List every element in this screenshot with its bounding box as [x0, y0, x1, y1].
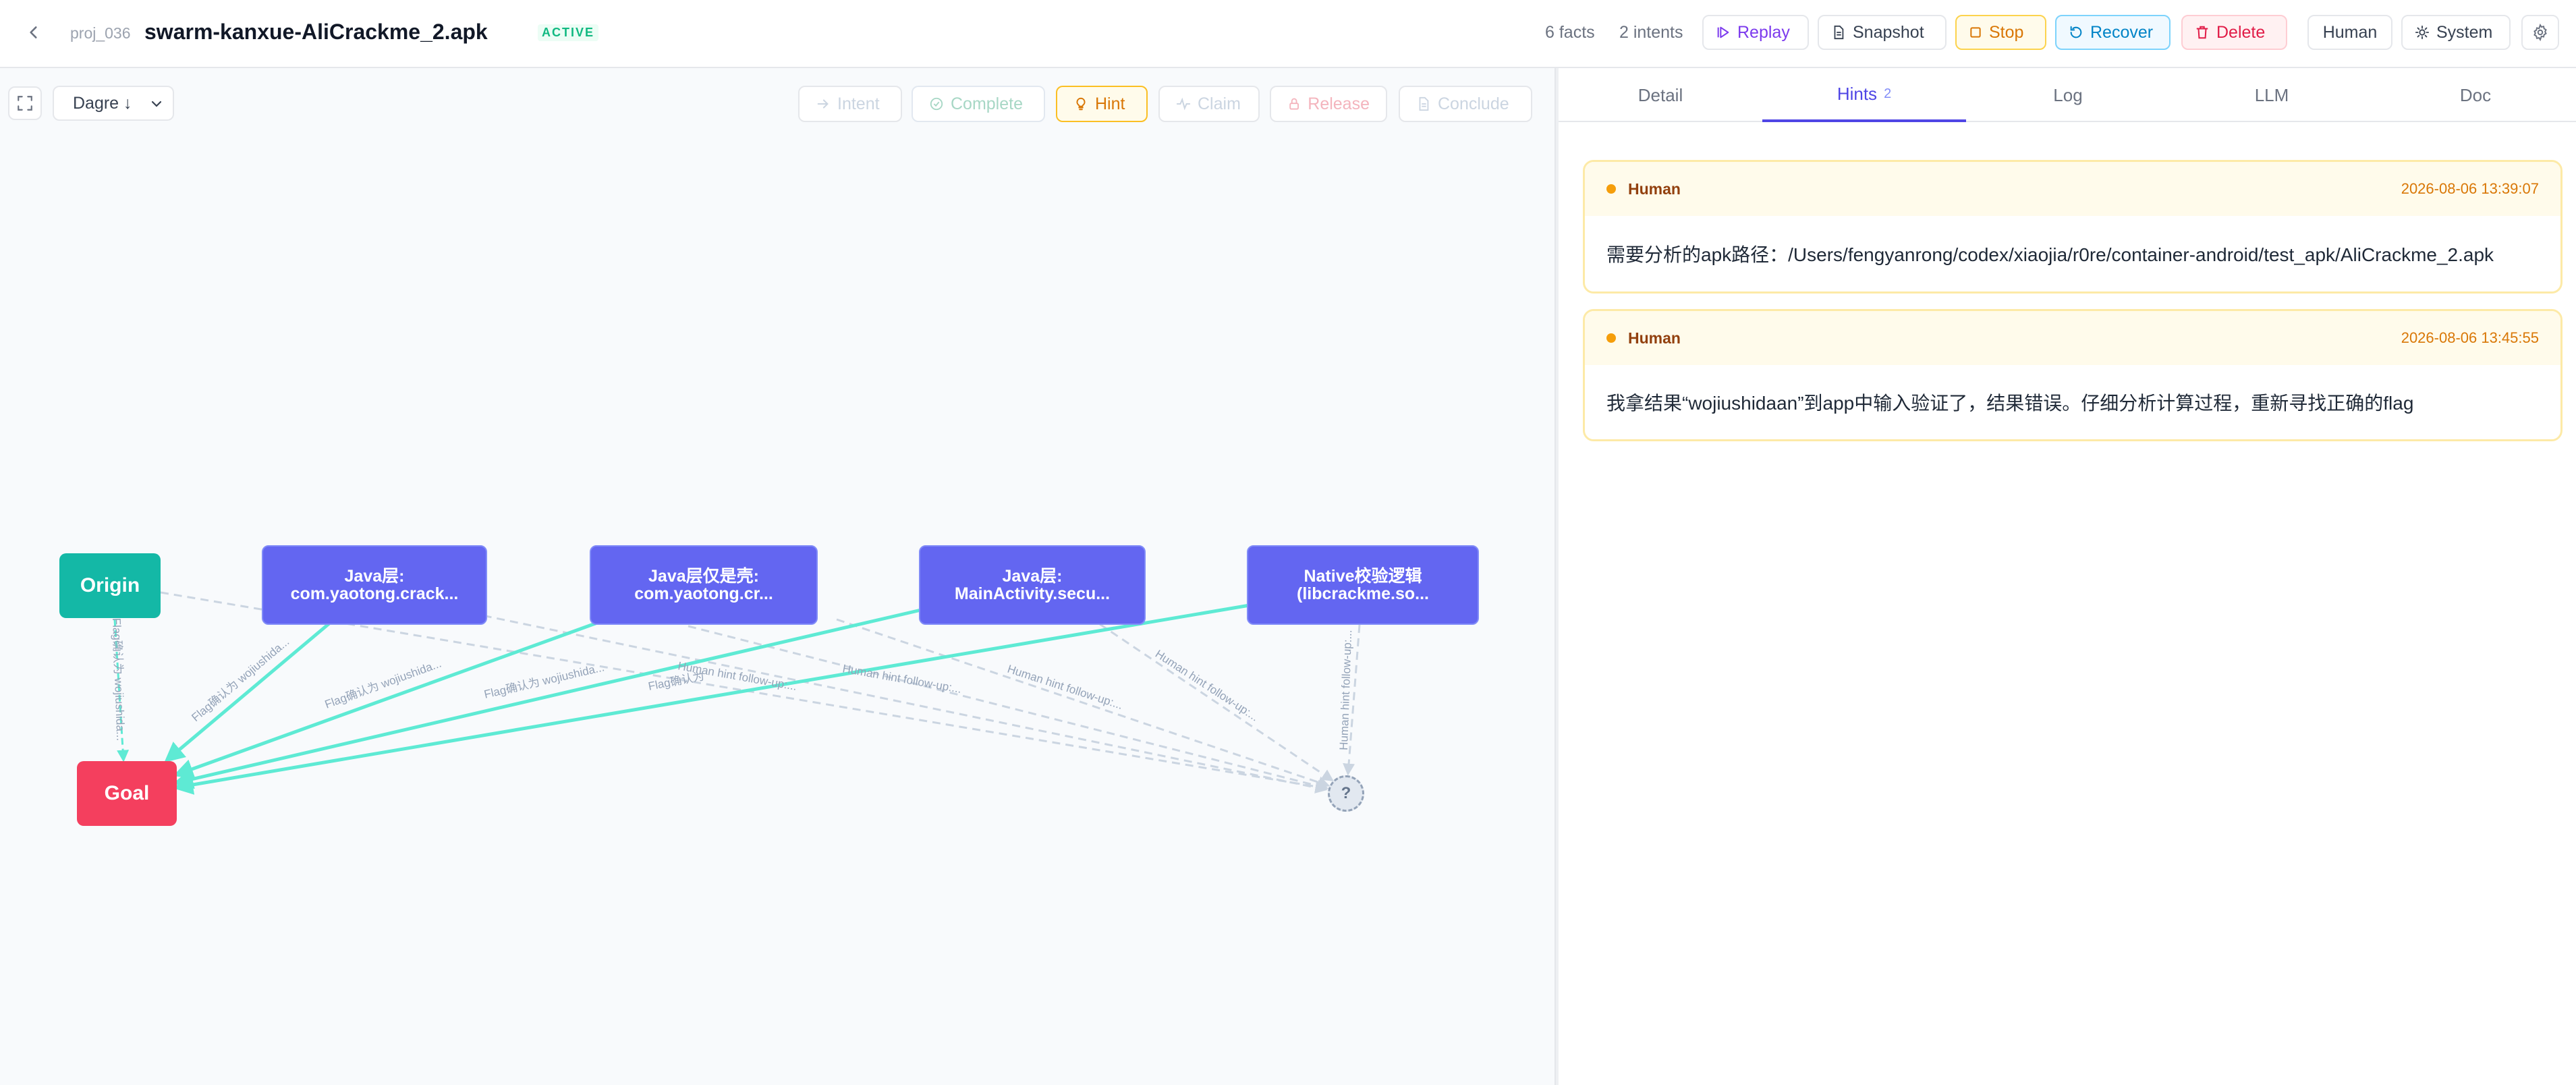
stop-icon — [1970, 27, 1981, 38]
trash-icon — [2196, 26, 2208, 39]
task-node-mainactivity[interactable]: Java层: MainActivity.secu... — [919, 545, 1146, 625]
side-panel: Detail Hints 2 Log LLM Doc Human 2026-08… — [1559, 68, 2576, 1085]
refresh-icon — [2070, 26, 2082, 38]
stop-button[interactable]: Stop — [1955, 15, 2046, 50]
task-node-java-shell[interactable]: Java层仅是壳: com.yaotong.cr... — [590, 545, 818, 625]
tab-count: 2 — [1884, 86, 1892, 101]
tab-log[interactable]: Log — [1966, 68, 2170, 122]
task-node-native[interactable]: Native校验逻辑(libcrackme.so... — [1247, 545, 1479, 625]
replay-label: Replay — [1737, 22, 1790, 42]
edge-label: Human hint follow-up:... — [1153, 647, 1261, 723]
edge-label: Human hint follow-up:... — [1006, 663, 1125, 712]
task-node-java-crack[interactable]: Java层: com.yaotong.crack... — [262, 545, 487, 625]
hint-author: Human — [1628, 329, 1681, 347]
snapshot-button[interactable]: Snapshot — [1818, 15, 1947, 50]
hint-text: 我拿结果“wojiushidaan”到app中输入验证了，结果错误。仔细分析计算… — [1606, 393, 2414, 414]
tab-label: Log — [2053, 84, 2083, 105]
goal-node[interactable]: Goal — [77, 761, 177, 826]
recover-label: Recover — [2090, 22, 2154, 42]
edge-label: Human hint follow-up:... — [841, 662, 962, 696]
hint-card: Human 2026-08-06 13:39:07 需要分析的apk路径：/Us… — [1583, 160, 2563, 294]
task-node-label: Native校验逻辑(libcrackme.so... — [1297, 567, 1429, 603]
play-icon — [1717, 26, 1729, 38]
edge-label: Flag确认为 wojiushida... — [483, 661, 606, 701]
system-button[interactable]: System — [2401, 15, 2511, 50]
stop-label: Stop — [1989, 22, 2024, 42]
tab-detail[interactable]: Detail — [1559, 68, 1762, 122]
hint-card-header: Human 2026-08-06 13:45:55 — [1585, 311, 2560, 365]
recover-button[interactable]: Recover — [2055, 15, 2171, 50]
graph-edges: Flag确认为 wojiushida... Flag确认为 wojiushida… — [110, 591, 1361, 795]
hint-timestamp: 2026-08-06 13:39:07 — [2401, 180, 2539, 197]
tab-label: Doc — [2459, 84, 2492, 105]
task-node-label: Java层仅是壳: com.yaotong.cr... — [634, 567, 773, 603]
system-label: System — [2436, 22, 2493, 42]
snapshot-label: Snapshot — [1853, 22, 1924, 42]
sun-icon — [2415, 25, 2430, 40]
settings-button[interactable] — [2521, 15, 2559, 50]
intents-count: 2 intents — [1619, 23, 1683, 42]
panel-tabs: Detail Hints 2 Log LLM Doc — [1559, 68, 2576, 122]
edge-task1-goal — [164, 622, 331, 762]
document-icon — [1834, 25, 1844, 40]
tab-llm[interactable]: LLM — [2170, 68, 2374, 122]
hint-card: Human 2026-08-06 13:45:55 我拿结果“wojiushid… — [1583, 309, 2563, 441]
edge-task3-goal — [173, 608, 922, 789]
delete-button[interactable]: Delete — [2181, 15, 2287, 50]
edge-label: Flag确认为 wojiushida... — [110, 617, 127, 741]
edge-task3-unknown — [836, 618, 1331, 788]
task-node-label: Java层: MainActivity.secu... — [954, 567, 1111, 603]
author-dot — [1606, 333, 1616, 343]
unknown-node[interactable]: ? — [1328, 775, 1364, 812]
tab-hints[interactable]: Hints 2 — [1762, 68, 1966, 122]
human-label: Human — [2322, 22, 2378, 42]
author-dot — [1606, 184, 1616, 194]
replay-button[interactable]: Replay — [1702, 15, 1809, 50]
task-node-label: Java层: com.yaotong.crack... — [290, 567, 459, 603]
hint-author: Human — [1628, 179, 1681, 198]
hint-card-header: Human 2026-08-06 13:39:07 — [1585, 162, 2560, 216]
tab-doc[interactable]: Doc — [2374, 68, 2576, 122]
origin-node[interactable]: Origin — [59, 553, 161, 618]
tab-label: LLM — [2254, 84, 2289, 105]
hint-timestamp: 2026-08-06 13:45:55 — [2401, 329, 2539, 346]
edge-label: Flag确认为 wojiushida... — [189, 635, 291, 724]
hint-text: 需要分析的apk路径：/Users/fengyanrong/codex/xiao… — [1606, 244, 2494, 265]
human-button[interactable]: Human — [2307, 15, 2392, 50]
delete-label: Delete — [2216, 22, 2266, 42]
edge-label: Human hint follow-up:... — [1337, 630, 1354, 750]
tab-label: Detail — [1637, 84, 1683, 105]
gear-icon — [2533, 24, 2547, 41]
tab-label: Hints — [1837, 83, 1878, 104]
